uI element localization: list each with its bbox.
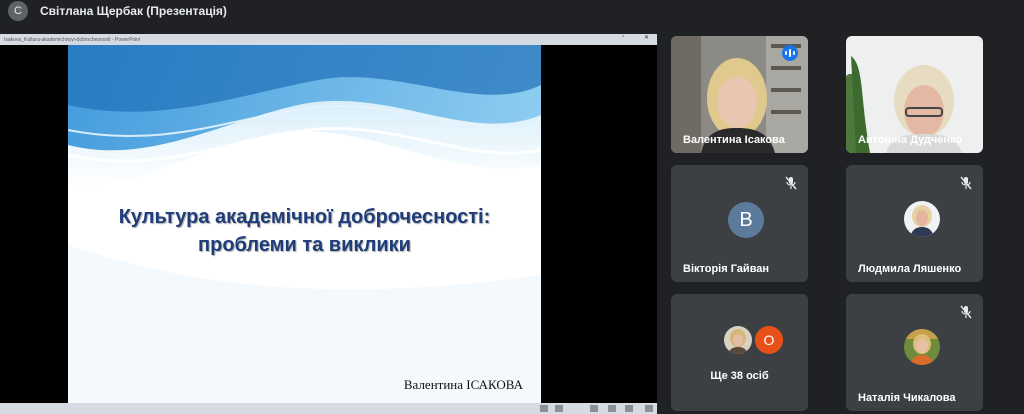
participant-tile[interactable]: Антоніна Дудченко [846, 36, 983, 153]
speaking-indicator-icon [782, 45, 798, 61]
zoom-icon [645, 405, 653, 412]
powerpoint-statusbar [0, 403, 657, 414]
slide-title-line2: проблеми та виклики [198, 234, 411, 256]
slide-sorter-icon [590, 405, 598, 412]
normal-view-icon [555, 405, 563, 412]
participant-avatar: В [728, 202, 764, 238]
reading-view-icon [608, 405, 616, 412]
participant-avatar [904, 329, 940, 365]
participant-name: Вікторія Гайван [683, 263, 770, 275]
slide: Культура академічної доброчесності: проб… [68, 45, 541, 403]
powerpoint-titlebar: Isakova_Kultura-akademichnoyi-dobrochesn… [0, 34, 657, 45]
close-icon: ✕ [644, 35, 650, 41]
participant-avatar [724, 326, 752, 354]
presenter-title: Світлана Щербак (Презентація) [40, 4, 227, 18]
restore-icon: ▫ [622, 34, 625, 40]
participant-avatar [904, 201, 940, 237]
mic-off-icon [785, 176, 797, 190]
mic-off-icon [960, 305, 972, 319]
participant-name: Валентина Ісакова [683, 134, 785, 146]
slideshow-icon [625, 405, 633, 412]
participant-name: Антоніна Дудченко [858, 134, 963, 146]
more-participants-label: Ще 38 осіб [710, 370, 769, 382]
shared-screen[interactable]: Isakova_Kultura-akademichnoyi-dobrochesn… [0, 34, 657, 414]
meet-window: С Світлана Щербак (Презентація) Isakova_… [0, 0, 1024, 414]
participant-tile[interactable]: В Вікторія Гайван [671, 165, 808, 282]
slide-author: Валентина ІСАКОВА [403, 377, 523, 392]
presenter-avatar: С [8, 1, 28, 21]
mic-off-icon [960, 176, 972, 190]
participant-tile[interactable]: Наталія Чикалова [846, 294, 983, 411]
slide-title-line1: Культура академічної доброчесності: [118, 206, 491, 228]
window-title: Isakova_Kultura-akademichnoyi-dobrochesn… [4, 36, 141, 43]
more-participants-tile[interactable]: О Ще 38 осіб [671, 294, 808, 411]
participant-name: Людмила Ляшенко [858, 263, 962, 275]
notes-icon [540, 405, 548, 412]
participant-tile[interactable]: Людмила Ляшенко [846, 165, 983, 282]
presenter-header: С Світлана Щербак (Презентація) [0, 0, 1024, 22]
participant-avatar: О [755, 326, 783, 354]
participant-name: Наталія Чикалова [858, 392, 956, 404]
participant-tile[interactable]: Валентина Ісакова [671, 36, 808, 153]
